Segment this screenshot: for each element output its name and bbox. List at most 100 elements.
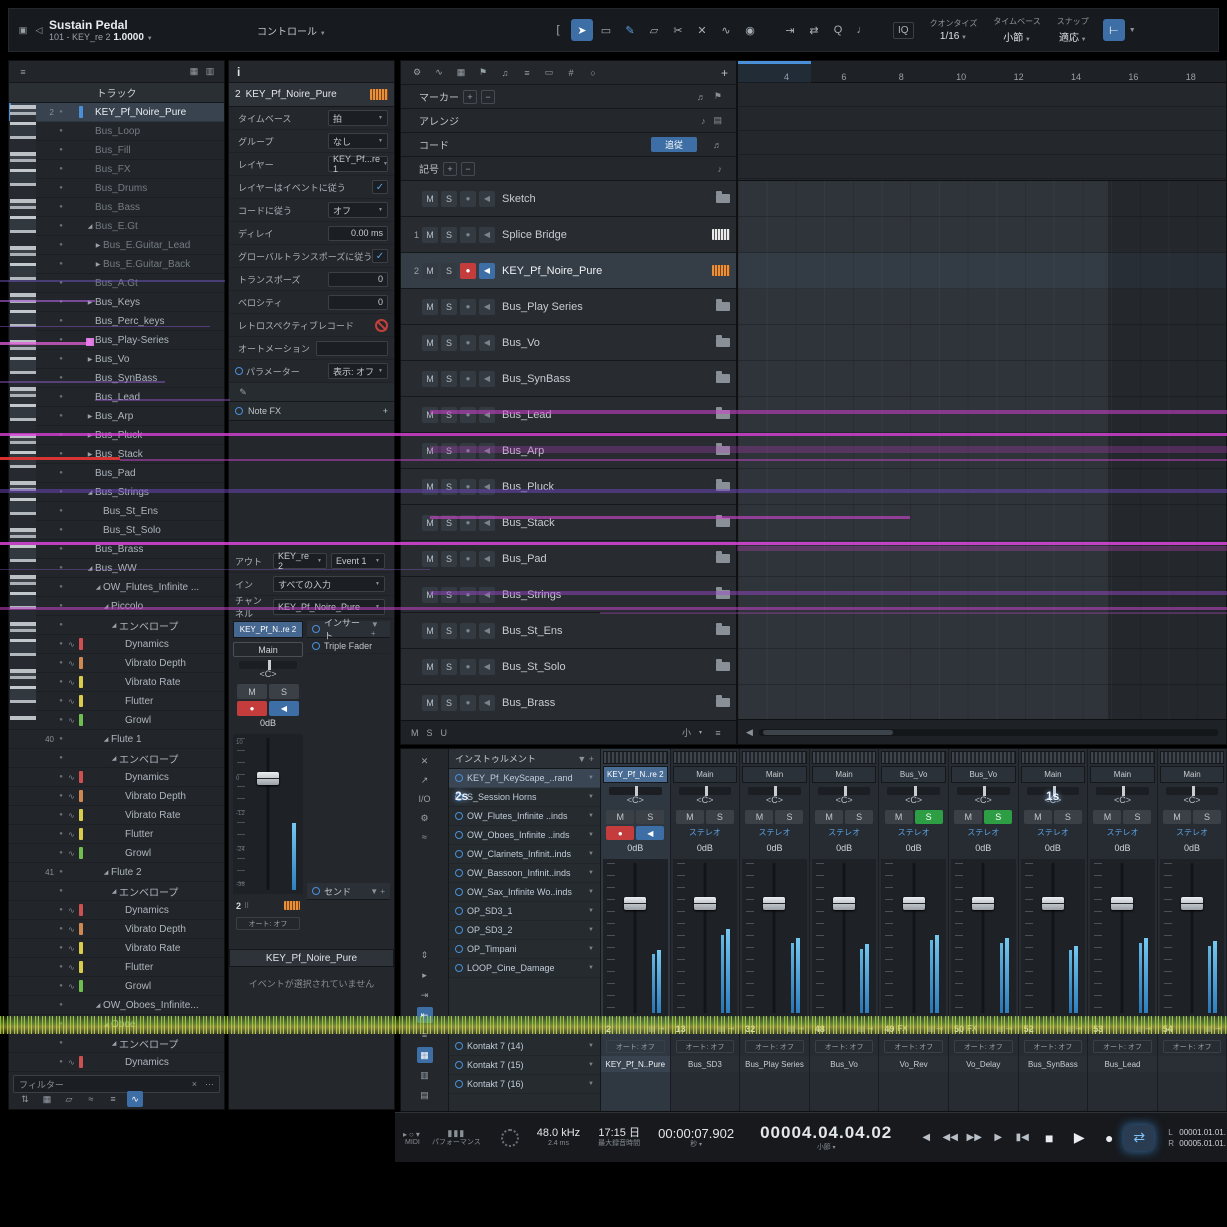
power-icon[interactable] (455, 964, 463, 972)
record-dot-icon[interactable]: ● (56, 641, 66, 647)
record-dot-icon[interactable]: ● (56, 299, 66, 305)
event-value[interactable]: 1.0000 (113, 32, 144, 43)
channel-dropdown[interactable]: KEY_Pf_Noire_Pure (273, 599, 385, 615)
monitor-button[interactable] (479, 335, 495, 351)
mute-button[interactable]: M (422, 515, 438, 531)
monitor-button[interactable] (479, 443, 495, 459)
track-list-item[interactable]: ● ∿ Dynamics (9, 901, 224, 920)
instrument-item[interactable]: OW_Clarinets_Infinit..inds ▼ (449, 845, 600, 864)
inspector-param-row[interactable]: ディレイ ✓ 0.00 ms (229, 222, 394, 245)
chevron-down-icon[interactable]: ▼ (588, 908, 594, 914)
expand-arrow-icon[interactable] (85, 337, 95, 344)
volume-fader[interactable] (812, 859, 877, 1017)
arrange-track-row[interactable]: M S Bus_Lead (401, 397, 736, 433)
track-list-item[interactable]: ● ∿ Vibrato Rate (9, 806, 224, 825)
channel-name[interactable]: Bus_SynBass (1019, 1056, 1088, 1072)
solo-button[interactable]: S (441, 227, 457, 243)
track-list-item[interactable]: 40 ● ∿ Flute 1 (9, 730, 224, 749)
automation-mode[interactable]: オート: オフ (815, 1040, 874, 1053)
monitor-button[interactable] (479, 551, 495, 567)
track-list-item[interactable]: ● ∿ Bus_FX (9, 160, 224, 179)
record-arm-button[interactable] (460, 659, 476, 675)
levels-icon[interactable]: ▥ (417, 1067, 433, 1083)
fader-knob[interactable] (903, 897, 925, 910)
track-list-item[interactable]: ● ∿ Bus_A.Gt (9, 274, 224, 293)
power-icon[interactable] (455, 1042, 463, 1050)
mixer-channel-strip[interactable]: Main <C> M S ステレオ 0dB (810, 749, 880, 1111)
track-list-item[interactable]: ● ∿ Bus_Brass (9, 540, 224, 559)
solo-button[interactable]: S (915, 810, 943, 824)
monitor-button[interactable] (479, 227, 495, 243)
monitor-button[interactable] (479, 659, 495, 675)
forward-button[interactable]: ▶▶ (962, 1128, 986, 1148)
record-dot-icon[interactable]: ● (56, 394, 66, 400)
fader-knob[interactable] (763, 897, 785, 910)
power-icon[interactable] (455, 793, 463, 801)
track-list-item[interactable]: ● ∿ エンベロープ (9, 882, 224, 901)
mute-button[interactable]: M (422, 335, 438, 351)
monitor-button[interactable] (479, 587, 495, 603)
mute-tool-icon[interactable]: ✕ (691, 19, 713, 41)
scrollbar-thumb[interactable] (763, 730, 893, 735)
inspector-param-row[interactable]: パラメーター 表示: オフ ✓ (229, 360, 394, 383)
plugin-icon[interactable]: ≈ (417, 829, 433, 845)
arrange-track-row[interactable]: M S Bus_Vo (401, 325, 736, 361)
record-dot-icon[interactable]: ● (56, 1059, 66, 1065)
timeline-ruler[interactable]: 4681012141618 (738, 61, 1226, 83)
solo-button[interactable]: S (441, 335, 457, 351)
send-menu-icons[interactable]: ▼ + (370, 887, 385, 896)
grid-icon[interactable]: ▦ (453, 65, 469, 81)
record-dot-icon[interactable]: ● (56, 983, 66, 989)
pan-value[interactable]: <C> (812, 795, 877, 808)
power-icon[interactable] (455, 850, 463, 858)
channel-output-tab[interactable]: Main (1090, 766, 1155, 783)
note-fx-row[interactable]: Note FX + (229, 402, 394, 421)
chevron-down-icon[interactable]: ▼ (588, 775, 594, 781)
eraser-tool-icon[interactable]: ▱ (643, 19, 665, 41)
pan-slider[interactable] (748, 787, 801, 795)
pan-value[interactable]: <C> (1090, 795, 1155, 808)
patch-icon[interactable]: # (563, 65, 579, 81)
record-arm-button[interactable] (460, 263, 476, 279)
record-dot-icon[interactable]: ● (56, 223, 66, 229)
arrange-track-row[interactable]: M S Bus_Stack (401, 505, 736, 541)
automation-mode[interactable]: オート: オフ (676, 1040, 735, 1053)
select-tool-icon[interactable]: ➤ (571, 19, 593, 41)
mixer-channel-strip[interactable]: KEY_Pf_N..re 2 <C> M S 0dB (601, 749, 671, 1111)
marker-flag-icon[interactable]: ⚑ (475, 65, 491, 81)
strip-output-tab[interactable]: KEY_Pf_N..re 2 (233, 621, 303, 638)
chevron-down-icon[interactable]: ▼ (588, 889, 594, 895)
power-icon[interactable] (455, 926, 463, 934)
expand-arrow-icon[interactable] (109, 888, 119, 895)
layers-icon[interactable]: ≡ (519, 65, 535, 81)
metronome-icon[interactable]: ♩ (851, 19, 873, 41)
solo-button[interactable]: S (441, 695, 457, 711)
chevron-down-icon[interactable]: ▼ (588, 946, 594, 952)
track-list-item[interactable]: ● ∿ Flutter (9, 692, 224, 711)
instrument-item[interactable]: LOOP_Cine_Damage ▼ (449, 959, 600, 978)
expand-arrow-icon[interactable] (101, 869, 111, 876)
mixer-channel-strip[interactable]: Main <C> M S ステレオ 0dB (740, 749, 810, 1111)
mute-button[interactable]: M (954, 810, 982, 824)
mute-button[interactable]: M (422, 443, 438, 459)
record-dot-icon[interactable]: ● (56, 527, 66, 533)
record-dot-icon[interactable]: ● (56, 907, 66, 913)
arrange-lane-row[interactable]: コード 追従 ♬ (401, 133, 736, 157)
record-dot-icon[interactable]: ● (56, 337, 66, 343)
automation-mode[interactable]: オート: オフ (745, 1040, 804, 1053)
channel-output-tab[interactable]: Main (673, 766, 738, 783)
record-dot-icon[interactable]: ● (56, 964, 66, 970)
lane-icon[interactable]: ♪ (718, 164, 723, 174)
more-options-icon[interactable]: ⋯ (205, 1079, 214, 1090)
track-list-item[interactable]: ● ∿ Bus_E.Guitar_Back (9, 255, 224, 274)
track-list-item[interactable]: ● ∿ Bus_Perc_keys (9, 312, 224, 331)
remove-icon[interactable]: − (461, 162, 475, 176)
mute-button[interactable]: M (422, 623, 438, 639)
track-list-item[interactable]: ● ∿ Dynamics (9, 1053, 224, 1072)
pan-value[interactable]: <C> (233, 669, 303, 682)
io-button[interactable]: I/O (417, 791, 433, 807)
rack-menu-icons[interactable]: ▼ + (577, 754, 594, 764)
record-dot-icon[interactable]: ● (56, 128, 66, 134)
close-icon[interactable]: ✕ (417, 753, 433, 769)
record-dot-icon[interactable]: ● (56, 204, 66, 210)
